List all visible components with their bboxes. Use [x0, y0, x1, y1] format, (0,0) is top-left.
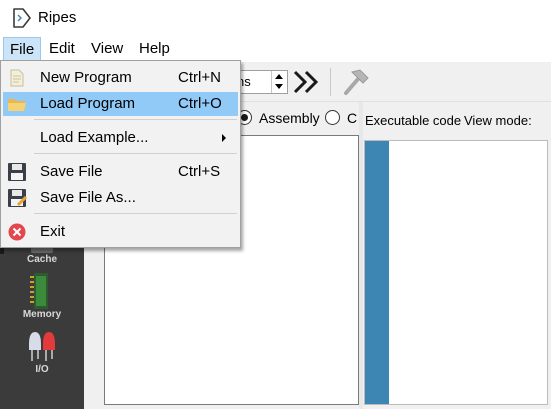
save-file-label: Save File — [40, 163, 103, 180]
assembly-radio-label[interactable]: Assembly — [259, 110, 320, 126]
menu-item-load-program[interactable]: Load Program Ctrl+O — [3, 92, 238, 116]
menu-separator — [34, 153, 237, 154]
c-radio[interactable] — [325, 110, 340, 125]
load-program-label: Load Program — [40, 95, 136, 112]
toolbar-separator — [330, 68, 331, 96]
ripes-logo-icon — [13, 8, 31, 28]
memory-icon[interactable] — [29, 272, 55, 310]
view-mode-label: View mode: — [464, 113, 532, 128]
spin-up-icon[interactable] — [275, 74, 283, 79]
title-bar: Ripes — [0, 0, 551, 36]
new-program-shortcut: Ctrl+N — [178, 69, 221, 86]
executable-code-view[interactable] — [364, 140, 548, 405]
sidebar-item-cache[interactable]: Cache — [0, 254, 84, 265]
menu-edit[interactable]: Edit — [43, 37, 81, 61]
spinbox-buttons[interactable] — [271, 71, 287, 93]
menu-item-exit[interactable]: Exit — [3, 220, 238, 244]
sidebar-item-io[interactable]: I/O — [0, 364, 84, 375]
save-file-as-label: Save File As... — [40, 189, 136, 206]
app-title: Ripes — [38, 9, 77, 26]
menu-item-new-program[interactable]: New Program Ctrl+N — [3, 66, 238, 90]
menu-item-save-file-as[interactable]: Save File As... — [3, 186, 238, 210]
hammer-icon[interactable] — [338, 67, 372, 97]
menu-separator — [34, 119, 237, 120]
spin-down-icon[interactable] — [275, 84, 283, 89]
submenu-arrow-icon — [222, 134, 226, 142]
menu-item-save-file[interactable]: Save File Ctrl+S — [3, 160, 238, 184]
menu-file[interactable]: File — [3, 37, 42, 61]
executable-code-label: Executable code — [365, 113, 462, 128]
c-radio-label[interactable]: C — [347, 110, 357, 126]
save-file-shortcut: Ctrl+S — [178, 163, 221, 180]
file-menu-dropdown: New Program Ctrl+N Load Program Ctrl+O L… — [0, 60, 241, 248]
menu-separator — [34, 213, 237, 214]
folder-icon — [8, 99, 26, 111]
menu-help[interactable]: Help — [133, 37, 176, 61]
menu-view[interactable]: View — [85, 37, 129, 61]
floppy-disk-edit-icon — [8, 189, 27, 207]
sidebar-item-memory[interactable]: Memory — [0, 309, 84, 320]
exit-label: Exit — [40, 223, 66, 240]
io-leds-icon[interactable] — [22, 328, 62, 362]
line-number-margin — [365, 141, 389, 404]
load-program-shortcut: Ctrl+O — [178, 95, 222, 112]
menu-bar: File Edit View Help — [0, 36, 551, 62]
fast-forward-icon[interactable] — [290, 68, 324, 96]
exit-icon — [8, 223, 26, 241]
new-program-label: New Program — [40, 69, 132, 86]
floppy-disk-icon — [8, 163, 26, 181]
new-document-icon — [10, 69, 24, 87]
load-example-label: Load Example... — [40, 129, 149, 146]
menu-item-load-example[interactable]: Load Example... — [3, 126, 238, 150]
